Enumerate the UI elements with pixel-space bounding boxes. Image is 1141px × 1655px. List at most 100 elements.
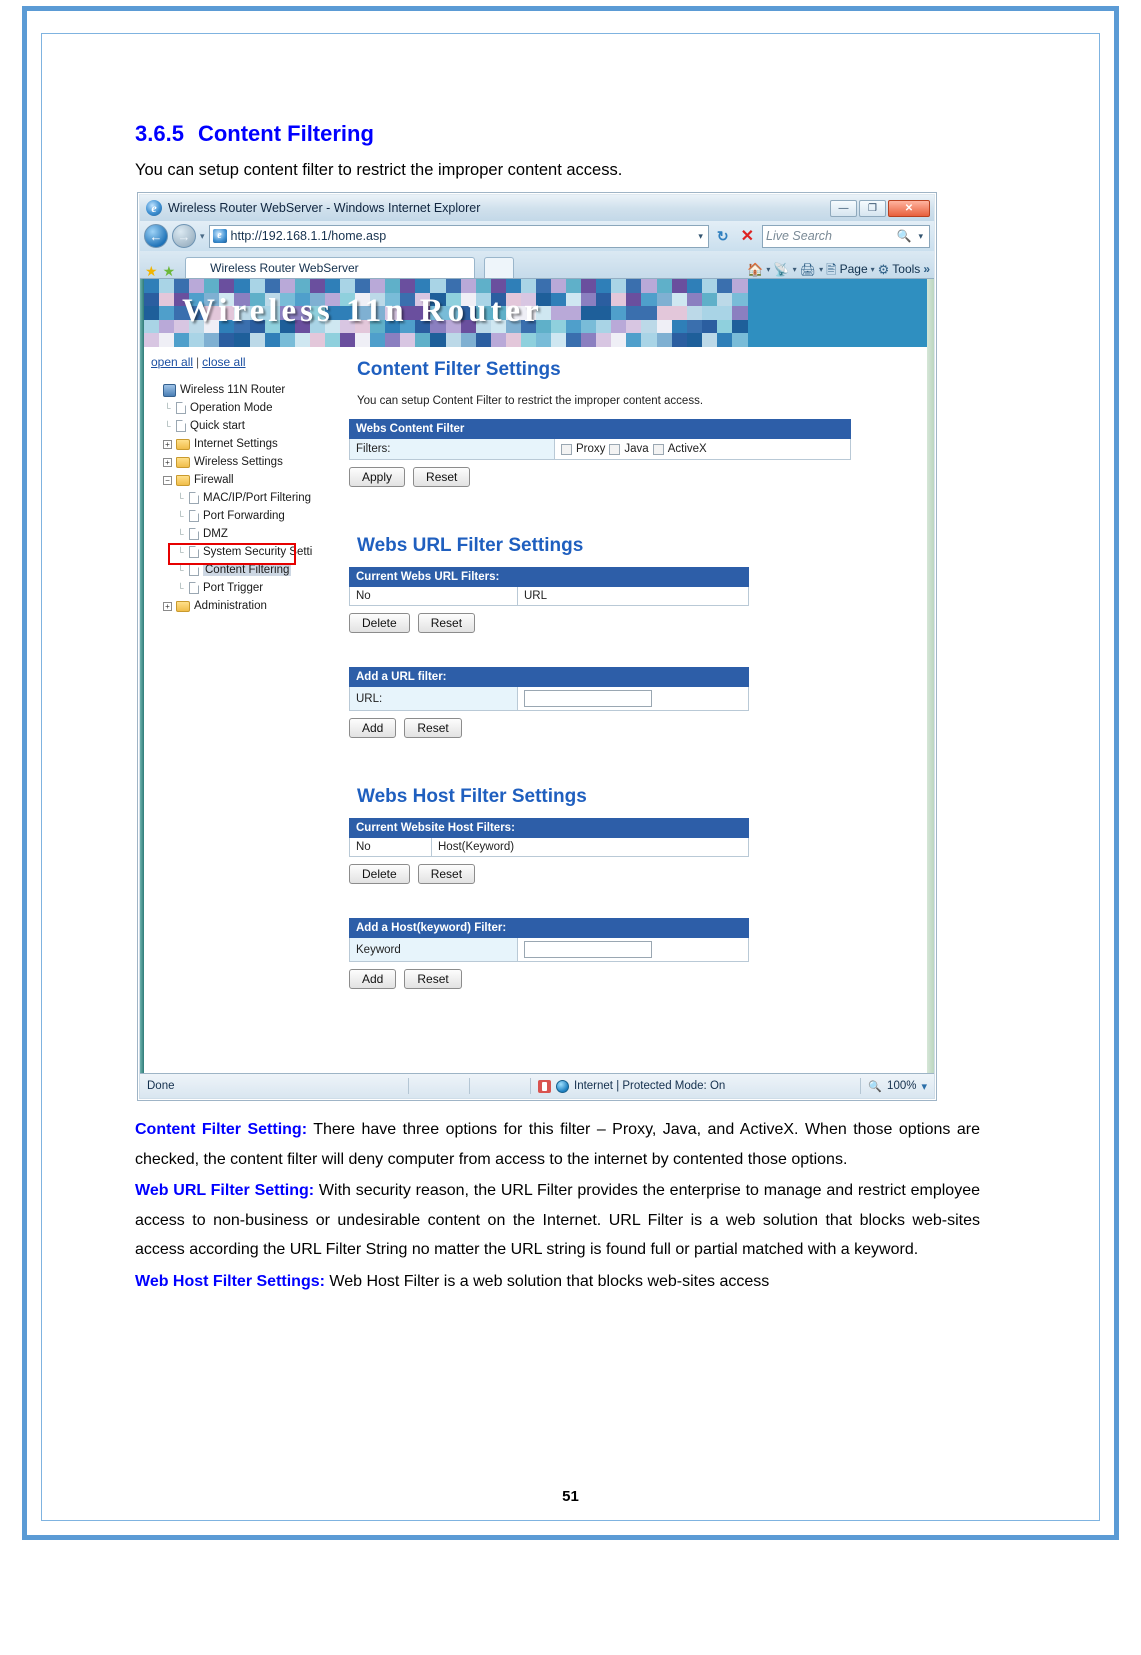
tree-node-list: Wireless 11N Router └ Operation Mode └ Quick… (150, 381, 341, 615)
tree-item-system-security-setti[interactable]: └ System Security Setti (150, 543, 341, 561)
tree-item-dmz[interactable]: └ DMZ (150, 525, 341, 543)
home-icon[interactable]: 🏠 (747, 263, 763, 276)
paragraph-lead-1: Content Filter Setting: (135, 1121, 308, 1138)
window-controls: — ❐ ✕ (830, 199, 932, 217)
paragraph-lead-3: Web Host Filter Settings: (135, 1272, 325, 1290)
router-icon (163, 383, 176, 397)
add-favorite-icon[interactable]: ★ (162, 264, 177, 278)
page-menu-label[interactable]: Page (840, 262, 868, 276)
stop-icon[interactable]: ✕ (737, 226, 758, 246)
add-url-reset-button[interactable]: Reset (404, 718, 462, 738)
home-dropdown-icon[interactable]: ▾ (766, 265, 770, 274)
content-filter-apply-button[interactable]: Apply (349, 467, 406, 487)
back-button[interactable]: ← (144, 224, 168, 248)
url-filters-col-no: No (349, 586, 518, 606)
add-url-button[interactable]: Add (349, 718, 397, 738)
new-tab-button[interactable] (484, 257, 515, 278)
add-url-input[interactable] (524, 690, 652, 707)
page-menu-icon[interactable]: 🖹 (826, 263, 836, 276)
tree-item-administration[interactable]: + Administration (150, 597, 341, 615)
tree-item-wireless-settings[interactable]: + Wireless Settings (150, 453, 341, 471)
page-icon (176, 402, 186, 414)
search-icon[interactable]: 🔍 (897, 229, 912, 243)
viewport-scrollbar[interactable] (927, 279, 934, 1073)
add-host-reset-button[interactable]: Reset (404, 969, 462, 989)
add-host-keyword-input[interactable] (524, 941, 652, 958)
tree-toggle-plus-icon[interactable]: + (163, 601, 172, 611)
tree-item-label: Wireless Settings (194, 456, 283, 468)
tree-item-label: Firewall (194, 474, 234, 486)
zoom-control[interactable]: 🔍 100% ▾ (861, 1074, 934, 1098)
close-button[interactable]: ✕ (888, 199, 930, 217)
window-title: Wireless Router WebServer - Windows Inte… (168, 201, 481, 215)
zoom-level: 100% (887, 1080, 917, 1092)
page-number: 51 (562, 1488, 579, 1505)
tree-item-port-forwarding[interactable]: └ Port Forwarding (150, 507, 341, 525)
proxy-checkbox-label: Proxy (576, 443, 606, 455)
tools-menu-label[interactable]: Tools (892, 262, 920, 276)
tree-toggle-plus-icon[interactable]: + (163, 457, 172, 467)
print-icon[interactable]: 🖨 (800, 263, 817, 276)
tree-connector: └ (177, 565, 184, 575)
tree-item-firewall[interactable]: − Firewall (150, 471, 341, 489)
tree-item-wireless-11n-router[interactable]: Wireless 11N Router (150, 381, 341, 399)
open-all-link[interactable]: open all (151, 355, 193, 369)
tree-item-operation-mode[interactable]: └ Operation Mode (150, 399, 341, 417)
tree-item-mac-ip-port-filtering[interactable]: └ MAC/IP/Port Filtering (150, 489, 341, 507)
tree-controls: open all | close all (150, 355, 341, 369)
print-dropdown-icon[interactable]: ▾ (819, 265, 823, 274)
page-menu-dropdown-icon[interactable]: ▾ (871, 265, 875, 274)
content-filter-description: You can setup Content Filter to restrict… (357, 395, 704, 407)
tree-item-content-filtering[interactable]: └ Content Filtering (150, 561, 341, 579)
tree-item-label: MAC/IP/Port Filtering (203, 492, 311, 504)
minimize-button[interactable]: — (830, 199, 857, 217)
host-filter-title: Webs Host Filter Settings (357, 786, 587, 807)
host-filter-list-reset-button[interactable]: Reset (417, 864, 476, 884)
address-input[interactable]: http://192.168.1.1/home.asp ▾ (208, 224, 709, 248)
close-all-link[interactable]: close all (202, 355, 245, 369)
zoom-dropdown-icon[interactable]: ▾ (921, 1080, 927, 1093)
gear-icon[interactable]: ⚙ (878, 263, 890, 276)
favorites-star-icon[interactable]: ★ (144, 264, 159, 278)
tab-title: Wireless Router WebServer (210, 261, 359, 275)
security-zone-text: Internet | Protected Mode: On (574, 1080, 726, 1092)
host-filter-delete-button[interactable]: Delete (349, 864, 410, 884)
recent-pages-dropdown-icon[interactable]: ▾ (200, 231, 205, 242)
maximize-button[interactable]: ❐ (859, 199, 886, 217)
add-host-button[interactable]: Add (349, 969, 397, 989)
folder-icon (176, 456, 190, 468)
internet-zone-icon (556, 1079, 569, 1093)
tree-toggle-plus-icon[interactable]: + (163, 439, 172, 449)
tree-item-quick-start[interactable]: └ Quick start (150, 417, 341, 435)
java-checkbox[interactable] (609, 443, 621, 455)
feeds-icon[interactable]: 📡 (773, 263, 789, 276)
tree-connector: └ (177, 511, 184, 521)
browser-tab-bar: ★ ★ Wireless Router WebServer 🏠 ▾ 📡 ▾ 🖨 … (140, 251, 934, 278)
forward-button[interactable]: → (172, 224, 196, 248)
tree-item-internet-settings[interactable]: + Internet Settings (150, 435, 341, 453)
content-filter-reset-button[interactable]: Reset (413, 467, 471, 487)
tree-toggle-minus-icon[interactable]: − (163, 475, 172, 485)
add-url-filter-header: Add a URL filter: (349, 667, 749, 687)
tree-item-port-trigger[interactable]: └ Port Trigger (150, 579, 341, 597)
folder-icon (176, 438, 190, 450)
activex-checkbox[interactable] (652, 443, 664, 455)
paragraph-text-3: Web Host Filter is a web solution that b… (324, 1272, 770, 1290)
content-filter-title: Content Filter Settings (357, 359, 561, 380)
add-url-filter-buttons: Add Reset (349, 718, 924, 738)
tree-item-label: Operation Mode (190, 402, 273, 414)
url-filter-delete-button[interactable]: Delete (349, 613, 410, 633)
tree-controls-separator: | (196, 355, 200, 369)
url-filter-list-reset-button[interactable]: Reset (417, 613, 476, 633)
tree-item-label: Content Filtering (203, 564, 292, 576)
feeds-dropdown-icon[interactable]: ▾ (793, 265, 797, 274)
browser-tab[interactable]: Wireless Router WebServer (185, 257, 476, 278)
browser-command-bar: 🏠 ▾ 📡 ▾ 🖨 ▾ 🖹 Page ▾ ⚙ Tools » (747, 262, 930, 278)
address-dropdown-icon[interactable]: ▾ (695, 231, 706, 242)
add-host-filter-table: Add a Host(keyword) Filter: Keyword (349, 918, 749, 962)
search-input[interactable]: Live Search 🔍 ▾ (762, 224, 930, 248)
proxy-checkbox[interactable] (561, 443, 572, 455)
toolbar-overflow-icon[interactable]: » (923, 262, 930, 276)
refresh-icon[interactable]: ↻ (713, 228, 733, 245)
search-provider-dropdown-icon[interactable]: ▾ (915, 231, 926, 242)
